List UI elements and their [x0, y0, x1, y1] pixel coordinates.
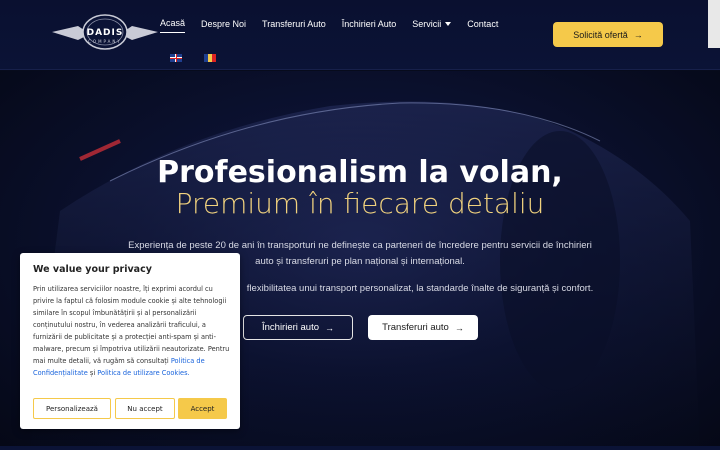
request-offer-label: Solicită ofertă — [573, 29, 628, 40]
nav-item-servicii-label: Servicii — [412, 18, 442, 29]
cookie-policy-link[interactable]: Politica de utilizare Cookies. — [97, 369, 189, 377]
nav-item-despre-noi[interactable]: Despre Noi — [201, 19, 246, 33]
chevron-down-icon — [445, 21, 452, 26]
cookie-text: Prin utilizarea serviciilor noastre, îți… — [33, 283, 233, 379]
hero-subtitle: Premium în fiecare detaliu — [175, 187, 545, 220]
customize-button[interactable]: Personalizează — [33, 398, 111, 419]
nav-item-acasa[interactable]: Acasă — [160, 18, 186, 33]
language-switcher — [170, 54, 238, 62]
car-transfer-button[interactable]: Transferuri auto → — [368, 315, 478, 340]
logo[interactable]: DADIS COMPANY — [50, 10, 160, 56]
nav-item-inchirieri-auto[interactable]: Închirieri Auto — [342, 19, 397, 33]
arrow-right-icon: → — [325, 322, 335, 333]
uk-flag-icon[interactable] — [170, 54, 182, 62]
car-rental-button[interactable]: Închirieri auto → — [243, 315, 353, 340]
cookie-body: Prin utilizarea serviciilor noastre, îți… — [33, 285, 230, 365]
request-offer-button[interactable]: Solicită ofertă → — [553, 22, 663, 47]
main-nav: Acasă Despre Noi Transferuri Auto Închir… — [160, 18, 514, 33]
cookie-consent-dialog: We value your privacy Prin utilizarea se… — [20, 253, 240, 429]
logo-name: DADIS — [86, 28, 124, 38]
car-transfer-label: Transferuri auto — [382, 322, 449, 333]
arrow-right-icon: → — [454, 322, 464, 333]
page-bottom-edge — [0, 446, 720, 450]
nav-item-contact[interactable]: Contact — [467, 19, 498, 33]
reject-button[interactable]: Nu accept — [115, 398, 175, 419]
hero-description-2-text: flexibilitatea unui transport personaliz… — [246, 283, 594, 294]
romania-flag-icon[interactable] — [204, 54, 216, 62]
scrollbar[interactable] — [708, 0, 720, 48]
cookie-title: We value your privacy — [33, 264, 152, 275]
hero-title: Profesionalism la volan, — [157, 155, 563, 190]
accept-button[interactable]: Accept — [178, 398, 227, 419]
logo-tagline: COMPANY — [88, 39, 122, 44]
nav-item-servicii[interactable]: Servicii — [412, 18, 452, 33]
car-rental-label: Închirieri auto — [261, 322, 320, 333]
nav-item-transferuri-auto[interactable]: Transferuri Auto — [262, 19, 326, 33]
cookie-and: și — [89, 369, 96, 377]
arrow-right-icon: → — [633, 29, 643, 40]
site-header: DADIS COMPANY Acasă Despre Noi Transferu… — [0, 0, 720, 70]
